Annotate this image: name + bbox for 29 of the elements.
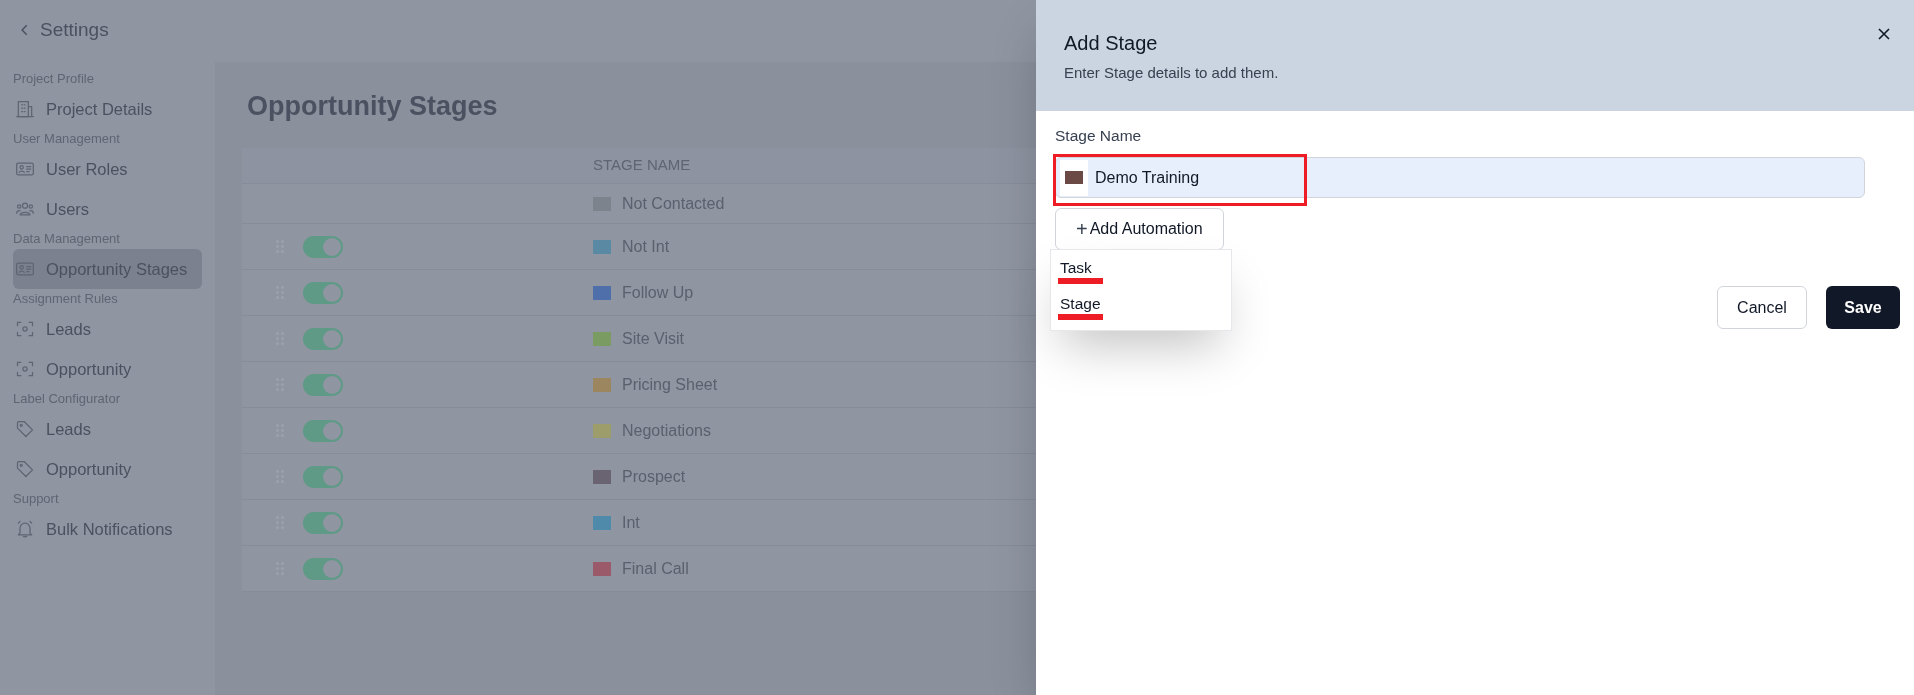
menu-item[interactable]: Task xyxy=(1060,256,1092,278)
back-button[interactable]: Settings xyxy=(18,17,215,43)
stage-name-field[interactable]: Demo Training xyxy=(1055,157,1865,198)
toggle-switch[interactable] xyxy=(303,511,343,534)
close-icon xyxy=(1877,27,1891,41)
toggle-switch[interactable] xyxy=(303,419,343,442)
scan-frame-icon xyxy=(15,319,35,339)
page-title: Opportunity Stages xyxy=(247,90,499,122)
scan-frame-icon xyxy=(15,359,35,379)
toggle-switch[interactable] xyxy=(303,327,343,350)
drawer-subtitle: Enter Stage details to add them. xyxy=(1064,63,1279,83)
annotation-underline xyxy=(1058,314,1103,320)
tag-icon xyxy=(15,459,35,479)
toggle-switch[interactable] xyxy=(303,235,343,258)
bell-icon xyxy=(15,519,35,539)
toggle-switch[interactable] xyxy=(303,557,343,580)
menu-item[interactable]: Stage xyxy=(1060,292,1101,314)
toggle-switch[interactable] xyxy=(303,281,343,304)
add-automation-button[interactable]: +Add Automation xyxy=(1055,208,1224,250)
toggle-switch[interactable] xyxy=(303,373,343,396)
tag-icon xyxy=(15,419,35,439)
drawer-title: Add Stage xyxy=(1064,31,1158,54)
cancel-button[interactable]: Cancel xyxy=(1717,286,1807,329)
field-label: Stage Name xyxy=(1055,126,1142,146)
color-swatch[interactable] xyxy=(1065,171,1083,184)
building-icon xyxy=(15,99,35,119)
annotation-underline xyxy=(1058,278,1103,284)
toggle-switch[interactable] xyxy=(303,465,343,488)
save-button[interactable]: Save xyxy=(1826,286,1900,329)
